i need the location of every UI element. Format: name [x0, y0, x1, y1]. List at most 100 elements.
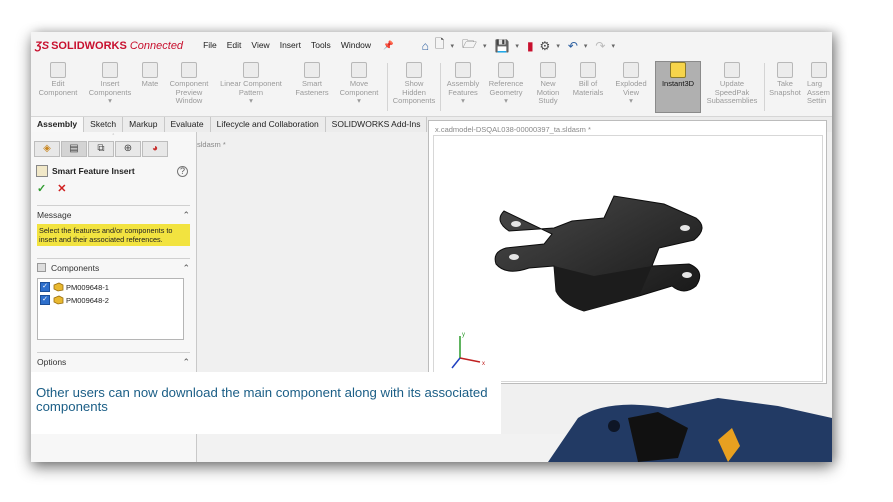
redo-dropdown-icon[interactable]: ▾ — [611, 42, 615, 50]
part-icon — [53, 282, 64, 292]
tab-solidworks-add-ins[interactable]: SOLIDWORKS Add-Ins — [326, 117, 428, 132]
quick-access-toolbar: ⌂ 🗋 ▾ 🗁 ▾ 💾 ▾ ▮ ⚙ ▾ ↶ ▾ ↷ ▾ — [422, 35, 623, 56]
large-assembly-settings-button[interactable]: Larg Assem Settin — [807, 62, 832, 106]
tab-sketch[interactable]: Sketch — [84, 117, 124, 132]
update-speedpak-button[interactable]: Update SpeedPak Subassemblies — [703, 62, 761, 106]
components-header-label: Components — [51, 263, 100, 273]
options-dropdown-icon[interactable]: ▾ — [556, 42, 560, 50]
ribbon-separator — [764, 63, 765, 111]
collapse-caret-icon[interactable]: ⌃ — [182, 263, 190, 274]
edit-component-button[interactable]: Edit Component — [35, 62, 81, 97]
components-checkbox[interactable] — [37, 263, 46, 272]
save-dropdown-icon[interactable]: ▾ — [515, 42, 519, 50]
open-folder-icon[interactable]: 🗁 — [462, 35, 477, 56]
ok-cancel-row: ✓ ✕ — [37, 182, 196, 195]
cancel-x-icon[interactable]: ✕ — [57, 183, 66, 195]
menu-view[interactable]: View — [251, 40, 269, 51]
open-dropdown-icon[interactable]: ▾ — [483, 42, 487, 50]
motion-study-icon — [540, 62, 556, 78]
options-header-label: Options — [37, 357, 67, 367]
new-dropdown-icon[interactable]: ▾ — [451, 42, 455, 50]
ok-check-icon[interactable]: ✓ — [37, 183, 46, 195]
pin-icon[interactable]: 📌 — [383, 40, 394, 51]
bill-of-materials-icon — [580, 62, 596, 78]
edit-component-icon — [50, 62, 66, 78]
part-icon — [53, 295, 64, 305]
home-icon[interactable]: ⌂ — [422, 39, 429, 53]
display-manager-tab-icon[interactable]: ◕ — [142, 141, 168, 157]
menu-file[interactable]: File — [203, 40, 217, 51]
linear-component-pattern-button[interactable]: Linear Component Pattern ▾ — [215, 62, 287, 106]
new-motion-study-button[interactable]: New Motion Study — [531, 62, 565, 106]
redo-icon[interactable]: ↷ — [595, 39, 605, 53]
panel-grip-icon[interactable]: ◦ — [31, 132, 196, 141]
bill-of-materials-button[interactable]: Bill of Materials — [569, 62, 607, 97]
menu-edit[interactable]: Edit — [227, 40, 242, 51]
undo-icon[interactable]: ↶ — [568, 39, 578, 53]
reference-geometry-button[interactable]: Reference Geometry ▾ — [485, 62, 527, 106]
dimxpert-tab-icon[interactable]: ⊕ — [115, 141, 141, 157]
tab-lifecycle-collaboration[interactable]: Lifecycle and Collaboration — [211, 117, 326, 132]
property-manager-tab-icon[interactable]: ▤ — [61, 141, 87, 157]
model-preview-window[interactable]: x.cadmodel-DSQAL038-00000397_ta.sldasm * — [428, 120, 827, 384]
message-section-header[interactable]: Message ⌃ — [37, 205, 190, 221]
smart-fasteners-icon — [304, 62, 320, 78]
solidworks-logo: ƷS SOLIDWORKS Connected — [35, 40, 183, 52]
component-preview-window-button[interactable]: Component Preview Window — [165, 62, 213, 106]
exploded-view-icon — [623, 62, 639, 78]
insert-components-button[interactable]: Insert Components ▾ — [85, 62, 135, 106]
mate-button[interactable]: Mate — [137, 62, 163, 89]
svg-text:x: x — [482, 361, 485, 367]
collapse-caret-icon[interactable]: ⌃ — [182, 210, 190, 221]
panel-tabs: ◈ ▤ ⧉ ⊕ ◕ — [34, 141, 196, 157]
list-item[interactable]: ✓ PM009648-2 — [40, 295, 183, 305]
component-checkbox[interactable]: ✓ — [40, 282, 50, 292]
model-viewport[interactable]: y x — [433, 135, 823, 382]
smart-fasteners-button[interactable]: Smart Fasteners — [291, 62, 333, 97]
menu-insert[interactable]: Insert — [280, 40, 301, 51]
move-component-button[interactable]: Move Component ▾ — [335, 62, 383, 106]
undo-dropdown-icon[interactable]: ▾ — [584, 42, 588, 50]
menu-window[interactable]: Window — [341, 40, 371, 51]
dropdown-arrow: ▾ — [357, 96, 361, 105]
svg-text:y: y — [462, 332, 465, 338]
assembly-model-icon — [548, 398, 832, 462]
tab-assembly[interactable]: Assembly — [31, 117, 85, 132]
feature-manager-tab-icon[interactable]: ◈ — [34, 141, 60, 157]
list-item[interactable]: ✓ PM009648-1 — [40, 282, 183, 292]
dropdown-arrow: ▾ — [249, 96, 253, 105]
component-checkbox[interactable]: ✓ — [40, 295, 50, 305]
take-snapshot-button[interactable]: Take Snapshot — [767, 62, 803, 97]
options-gear-icon[interactable]: ⚙ — [540, 39, 551, 53]
title-bar: ƷS SOLIDWORKS Connected File Edit View I… — [31, 32, 832, 59]
assembly-features-button[interactable]: Assembly Features ▾ — [443, 62, 483, 106]
background-document-title: sldasm * — [197, 140, 226, 149]
caption-text: Other users can now download the main co… — [36, 385, 488, 414]
tab-evaluate[interactable]: Evaluate — [165, 117, 211, 132]
collapse-caret-icon[interactable]: ⌃ — [182, 357, 190, 368]
panel-bottom — [31, 434, 197, 462]
smart-feature-insert-icon — [36, 165, 48, 177]
components-list[interactable]: ✓ PM009648-1 ✓ PM009648-2 — [37, 278, 184, 340]
axis-triad-icon: y x — [451, 332, 485, 369]
move-component-icon — [351, 62, 367, 78]
new-document-icon[interactable]: 🗋 — [435, 35, 445, 56]
rebuild-icon[interactable]: ▮ — [527, 39, 534, 53]
message-text: Select the features and/or components to… — [37, 224, 190, 246]
dropdown-arrow: ▾ — [504, 96, 508, 105]
dropdown-arrow: ▾ — [461, 96, 465, 105]
options-section-header[interactable]: Options ⌃ — [37, 352, 190, 368]
assembly-features-icon — [455, 62, 471, 78]
menu-tools[interactable]: Tools — [311, 40, 331, 51]
instant3d-button[interactable]: Instant3D — [655, 61, 701, 113]
configuration-manager-tab-icon[interactable]: ⧉ — [88, 141, 114, 157]
tab-markup[interactable]: Markup — [123, 117, 165, 132]
save-icon[interactable]: 💾 — [494, 39, 509, 53]
bottom-strip — [31, 398, 832, 462]
snapshot-icon — [777, 62, 793, 78]
help-icon[interactable]: ? — [177, 165, 188, 177]
exploded-view-button[interactable]: Exploded View ▾ — [611, 62, 651, 106]
show-hidden-components-button[interactable]: Show Hidden Components — [391, 62, 437, 106]
components-section-header[interactable]: Components ⌃ — [37, 258, 190, 274]
dropdown-arrow: ▾ — [108, 96, 112, 105]
